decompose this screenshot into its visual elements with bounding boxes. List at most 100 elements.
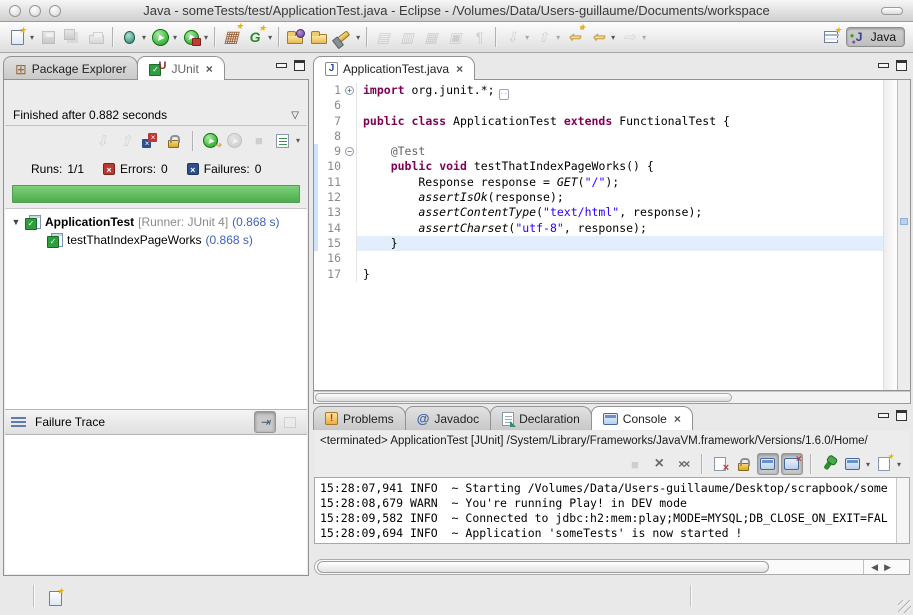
code-line-7[interactable]: 7public class ApplicationTest extends Fu… [314,114,883,129]
close-console-tab-icon[interactable]: × [674,412,681,426]
debug-icon[interactable] [118,26,140,48]
new-wizard-icon[interactable] [6,26,28,48]
code-line-6[interactable]: 6 [314,98,883,113]
minimize-view-button[interactable] [276,63,287,68]
back-dropdown-icon[interactable]: ▾ [611,33,615,42]
editor-horizontal-scrollbar[interactable] [313,391,911,404]
maximize-view-button[interactable] [294,60,305,71]
open-console-icon[interactable] [873,453,895,475]
code-line-14[interactable]: 14 assertCharset("utf-8", response); [314,221,883,236]
view-menu-icon[interactable]: ▽ [291,110,299,121]
fold-collapse-icon[interactable]: − [345,147,354,156]
fold-expand-icon[interactable]: + [345,86,354,95]
overview-ruler-mark[interactable] [900,218,908,225]
remove-all-launches-icon[interactable] [672,453,694,475]
show-failures-only-icon[interactable] [139,130,161,152]
scroll-lock-icon[interactable] [163,130,185,152]
console-line: 15:28:07,941 INFO ~ Starting /Volumes/Da… [320,481,904,496]
line-number: 11 [318,175,344,190]
run-dropdown-icon[interactable]: ▾ [173,33,177,42]
java-perspective-button[interactable]: J Java [846,27,905,47]
code-line-1[interactable]: 1+import org.junit.*;·· [314,83,883,98]
tab-declaration[interactable]: Declaration [490,406,592,430]
show-source-icon: ▣ [444,26,466,48]
maximize-console-button[interactable] [896,410,907,421]
code-line-12[interactable]: 12 assertIsOk(response); [314,190,883,205]
open-resource-icon[interactable] [308,26,330,48]
forward-icon: ⇨ [618,26,640,48]
test-result-tree[interactable]: ▼ApplicationTest[Runner: JUnit 4](0.868 … [5,208,307,410]
code-line-11[interactable]: 11 Response response = GET("/"); [314,175,883,190]
new-class-dropdown-icon[interactable]: ▾ [268,33,272,42]
clear-console-icon[interactable] [709,453,731,475]
tab-package-explorer[interactable]: ⊞ Package Explorer [3,56,138,80]
new-java-project-icon[interactable] [220,26,242,48]
console-vertical-scrollbar[interactable] [896,478,909,543]
test-tree-item-testThatIndexPageWorks[interactable]: testThatIndexPageWorks(0.868 s) [5,231,307,249]
run-external-tools-icon[interactable] [180,26,202,48]
tab-problems[interactable]: ! Problems [313,406,406,430]
remove-launch-icon[interactable] [648,453,670,475]
search-dropdown-icon[interactable]: ▾ [356,33,360,42]
open-perspective-button[interactable] [820,26,842,48]
test-view-menu-icon[interactable] [272,130,294,152]
line-number: 14 [318,221,344,236]
tab-applicationtest-java[interactable]: J ApplicationTest.java × [313,56,475,80]
code-line-16[interactable]: 16 [314,251,883,266]
minimize-editor-button[interactable] [878,63,889,68]
fast-view-icon[interactable] [44,587,66,609]
show-console-stderr-icon[interactable] [781,453,803,475]
rerun-test-icon[interactable] [200,130,222,152]
pin-console-icon[interactable] [818,453,840,475]
run-icon[interactable] [149,26,171,48]
failure-trace-menu-icon[interactable] [11,416,27,428]
search-icon[interactable] [332,26,354,48]
open-type-icon[interactable] [284,26,306,48]
console-output[interactable]: 15:28:07,941 INFO ~ Starting /Volumes/Da… [314,477,910,544]
java-file-icon: J [325,62,338,76]
back-icon[interactable]: ⇦ [587,26,609,48]
scroll-left-arrow-icon[interactable]: ◀ [871,562,878,573]
stop-test-run-icon [248,130,270,152]
scroll-right-arrow-icon[interactable]: ▶ [884,562,891,573]
display-selected-console-dropdown-icon[interactable]: ▾ [866,460,870,469]
code-line-9[interactable]: 9− @Test [314,144,883,159]
toolbar-toggle-lozenge[interactable] [881,7,903,15]
test-tree-item-ApplicationTest[interactable]: ▼ApplicationTest[Runner: JUnit 4](0.868 … [5,213,307,231]
code-line-15[interactable]: 15 } [314,236,883,251]
tree-expander-icon[interactable]: ▼ [11,217,21,227]
console-horizontal-scrollbar[interactable]: ◀ ▶ [314,559,910,575]
console-line: 15:28:09,582 INFO ~ Connected to jdbc:h2… [320,511,904,526]
overview-ruler[interactable] [897,80,910,390]
close-junit-tab-icon[interactable]: × [206,62,213,76]
tab-junit[interactable]: JUnit × [137,56,224,80]
new-class-icon[interactable] [244,26,266,48]
test-view-menu-dropdown-icon[interactable]: ▾ [296,136,300,145]
last-edit-location-icon[interactable]: ⇦ [563,26,585,48]
debug-dropdown-icon[interactable]: ▾ [142,33,146,42]
show-console-stdout-icon[interactable] [757,453,779,475]
editor-hscroll-thumb[interactable] [315,393,732,402]
new-wizard-dropdown-icon[interactable]: ▾ [30,33,34,42]
code-editor[interactable]: 1+import org.junit.*;··67public class Ap… [313,79,911,391]
open-console-dropdown-icon[interactable]: ▾ [897,460,901,469]
failure-trace-body[interactable] [5,435,307,574]
editor-vertical-scrollbar[interactable] [883,80,897,390]
titlebar[interactable]: Java - someTests/test/ApplicationTest.ja… [0,0,913,22]
console-hscroll-thumb[interactable] [317,561,769,573]
code-line-17[interactable]: 17} [314,267,883,282]
code-line-8[interactable]: 8 [314,129,883,144]
tab-console[interactable]: Console × [591,406,693,430]
display-selected-console-icon[interactable] [842,453,864,475]
code-line-13[interactable]: 13 assertContentType("text/html", respon… [314,205,883,220]
tab-javadoc[interactable]: @ Javadoc [405,406,491,430]
close-editor-tab-icon[interactable]: × [456,62,463,76]
maximize-editor-button[interactable] [896,60,907,71]
minimize-console-button[interactable] [878,413,889,418]
trace-filter-icon[interactable] [254,411,276,433]
scroll-lock-icon[interactable] [733,453,755,475]
resize-grip[interactable] [898,600,911,613]
code-line-10[interactable]: 10 public void testThatIndexPageWorks() … [314,159,883,174]
run-external-tools-dropdown-icon[interactable]: ▾ [204,33,208,42]
open-perspective-icon[interactable] [794,26,816,48]
